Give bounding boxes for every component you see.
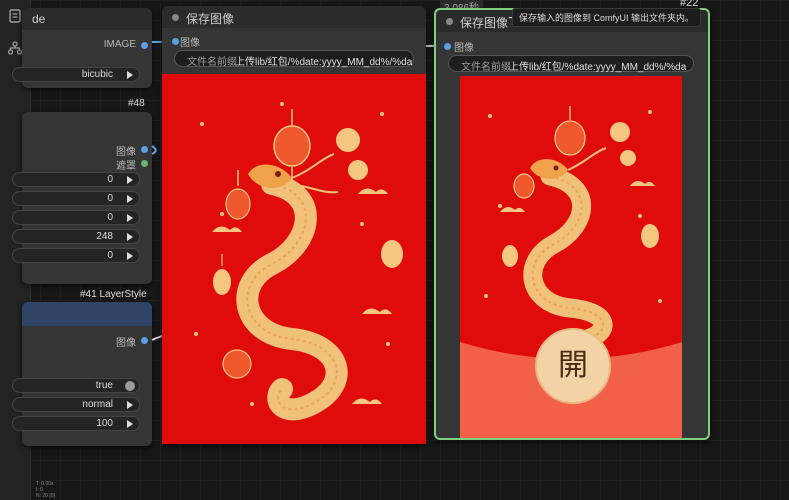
collapse-dot[interactable] (172, 14, 179, 21)
chevron-right-icon[interactable] (127, 71, 133, 79)
blend-mode-select[interactable]: normal (12, 397, 140, 412)
opacity-field[interactable]: 100 (12, 416, 140, 431)
number-field[interactable]: 0 (12, 248, 140, 263)
layerstyle-node-41[interactable]: 图像 true normal 100 (12, 302, 152, 446)
number-field[interactable]: 0 (12, 191, 140, 206)
chevron-right-icon[interactable] (127, 233, 133, 241)
output-slot-image[interactable] (141, 146, 148, 153)
node-title: de (32, 12, 46, 26)
filename-prefix-label: 文件名前缀 (461, 62, 511, 73)
stat-n: N: 20 [0] (36, 493, 55, 499)
resample-select[interactable]: bicubic (12, 67, 140, 82)
tooltip: 保存输入的图像到 ComfyUI 输出文件夹内。 (512, 8, 702, 27)
node-header-selected[interactable] (22, 302, 152, 326)
toggle-value: true (95, 380, 113, 391)
node-title: 保存图像 (186, 12, 235, 26)
output-slot-image[interactable] (141, 42, 148, 49)
collapse-dot[interactable] (446, 18, 453, 25)
number-field[interactable]: 248 (12, 229, 140, 244)
node-title-layerstyle: #41 LayerStyle (80, 289, 147, 300)
image-preview-red-envelope: 開 (460, 76, 682, 438)
node-title: 保存图像 (460, 16, 509, 30)
number-field[interactable]: 0 (12, 172, 140, 187)
chevron-right-icon[interactable] (127, 176, 133, 184)
node-id-48: #48 (128, 98, 145, 109)
input-label-image: 图像 (454, 43, 474, 54)
resize-node[interactable]: de IMAGE bicubic (12, 8, 152, 88)
input-label-image: 图像 (180, 38, 200, 49)
output-label-mask: 遮罩 (116, 161, 136, 172)
number-field[interactable]: 0 (12, 210, 140, 225)
input-slot-image[interactable] (444, 43, 451, 50)
node-title-bar[interactable]: de (22, 8, 152, 30)
toggle-field[interactable]: true (12, 378, 140, 393)
output-slot-image[interactable] (141, 337, 148, 344)
filename-prefix-field[interactable]: 文件名前缀 上传lib/红包/%date:yyyy_MM_dd%/%da (448, 55, 694, 73)
stats-readout: T: 0.00s I: 0 N: 20 [0] (36, 481, 55, 499)
chevron-right-icon[interactable] (127, 252, 133, 260)
chevron-right-icon[interactable] (127, 214, 133, 222)
resample-value: bicubic (81, 69, 113, 80)
filename-prefix-field[interactable]: 文件名前缀 上传lib/红包/%date:yyyy_MM_dd%/%da (174, 50, 414, 68)
output-label-image: 图像 (116, 338, 136, 349)
hierarchy-icon[interactable] (7, 40, 23, 56)
chevron-right-icon[interactable] (127, 420, 133, 428)
output-slot-mask[interactable] (141, 160, 148, 167)
save-image-node[interactable]: 保存图像 图像 文件名前缀 上传lib/红包/%date:yyyy_MM_dd%… (162, 6, 426, 444)
node-title-bar[interactable]: 保存图像 (162, 6, 426, 28)
layer-node-48[interactable]: 图像 遮罩 0 0 0 248 0 (12, 112, 152, 284)
filename-prefix-value: 上传lib/红包/%date:yyyy_MM_dd%/%da (235, 57, 413, 68)
envelope-open-seal[interactable]: 開 (535, 328, 611, 404)
filename-prefix-label: 文件名前缀 (187, 57, 237, 68)
toggle-knob[interactable] (125, 381, 135, 391)
image-preview-dragon (162, 74, 426, 444)
document-icon[interactable] (7, 8, 23, 24)
output-label-image: IMAGE (103, 39, 136, 50)
filename-prefix-value: 上传lib/红包/%date:yyyy_MM_dd%/%da (509, 62, 687, 73)
chevron-right-icon[interactable] (127, 401, 133, 409)
chevron-right-icon[interactable] (127, 195, 133, 203)
output-label-image: 图像 (116, 147, 136, 158)
save-image-node-selected[interactable]: 保存图像 + 图像 文件名前缀 上传lib/红包/%date:yyyy_MM_d… (434, 8, 710, 440)
input-slot-image[interactable] (172, 38, 179, 45)
